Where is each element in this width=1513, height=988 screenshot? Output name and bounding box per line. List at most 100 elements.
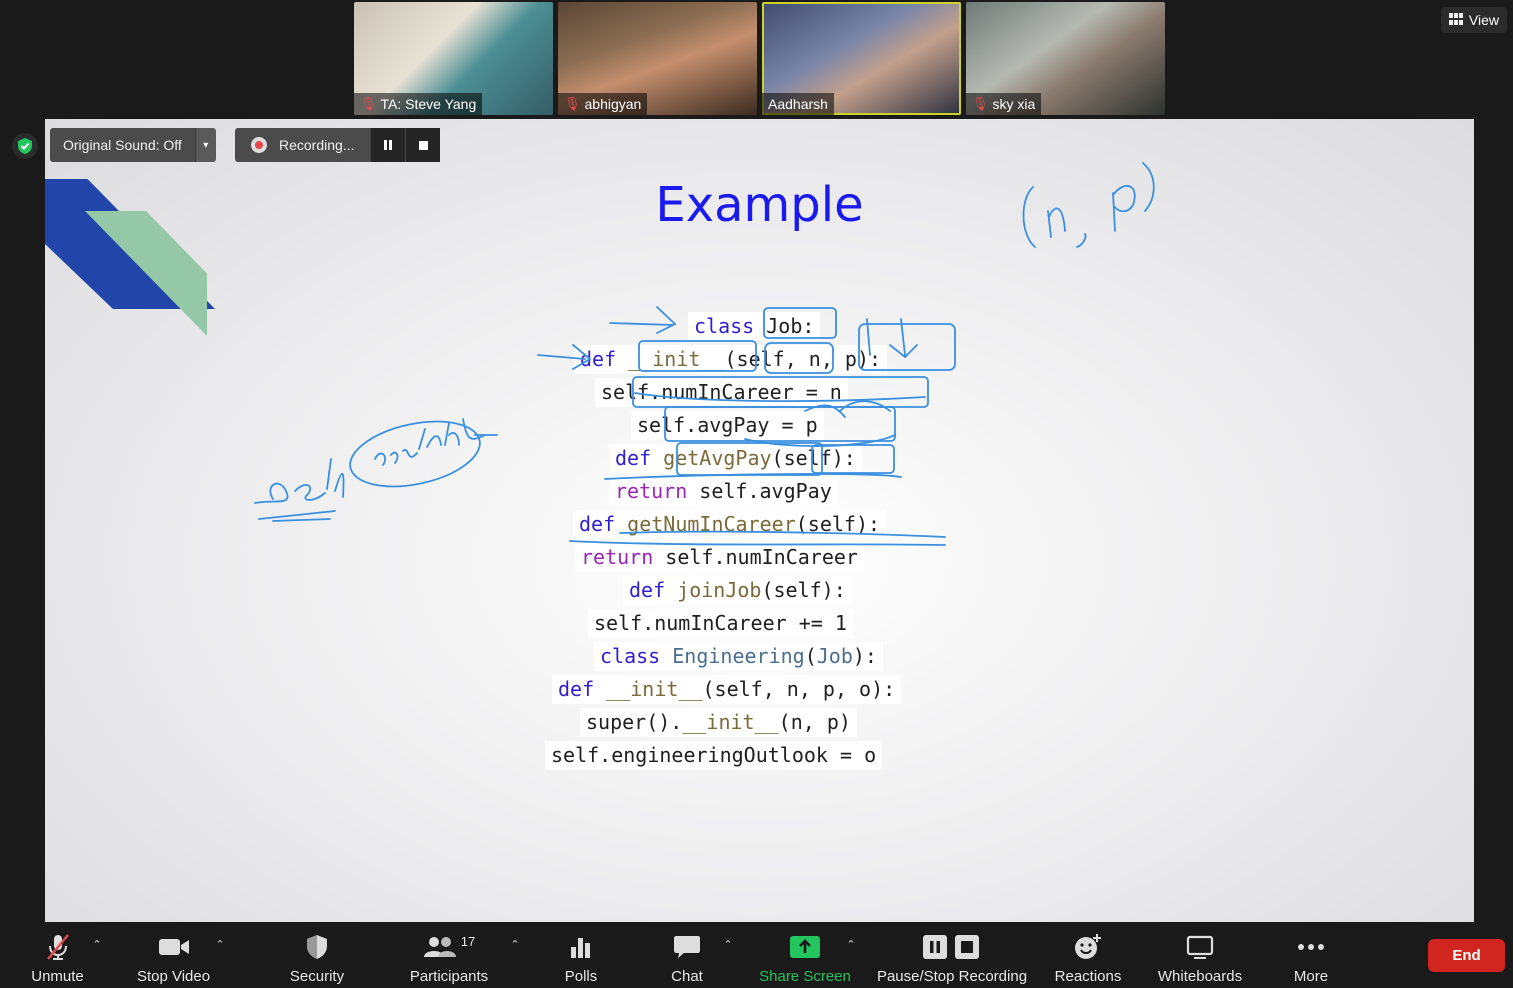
chat-button[interactable]: Chat [663,922,711,988]
code-line: return self.numInCareer [575,543,864,572]
participants-count: 17 [460,933,476,949]
stop-icon [418,140,428,150]
code-token: def [558,677,595,701]
code-line: def joinJob(self): [623,576,852,605]
code-token: self.engineeringOutlook = o [551,743,877,767]
code-token: getAvgPay [663,446,772,470]
code-token: def [629,578,666,602]
whiteboards-button[interactable]: Whiteboards [1153,922,1247,988]
polls-label: Polls [564,968,598,985]
code-token: (n, p) [778,710,851,734]
pause-stop-icons [922,932,982,962]
participants-label: Participants [409,968,489,985]
pause-recording-button[interactable] [370,128,406,162]
code-line: def getNumInCareer(self): [573,510,887,539]
code-token: ( [804,644,817,668]
security-button[interactable]: Security [283,922,351,988]
shield-icon [305,932,329,962]
unmute-label: Unmute [31,968,84,985]
code-line: def __init__(self, n, p, o): [552,675,902,704]
code-token: (self): [761,578,846,602]
share-screen-icon [790,932,820,962]
code-token: self.avgPay = p [637,413,818,437]
code-token: joinJob [677,578,762,602]
reactions-label: Reactions [1054,968,1122,985]
pause-stop-recording-label: Pause/Stop Recording [876,968,1028,985]
participant-tile-steve-yang[interactable]: 🎙︎ TA: Steve Yang [354,2,553,115]
participant-name: abhigyan [584,96,642,112]
code-token: (self): [771,446,856,470]
participant-name-bar: 🎙︎ abhigyan [558,93,648,115]
participant-name-bar: 🎙︎ TA: Steve Yang [354,93,483,115]
code-token: __init__ [628,347,725,371]
meeting-toolbar: Unmute ⌃ Stop Video ⌃ Security 17 Partic… [0,922,1513,985]
audio-options-caret[interactable]: ⌃ [90,922,104,988]
recording-label: Recording... [279,137,355,153]
code-line: class Engineering(Job): [594,642,883,671]
mic-muted-icon [43,932,73,962]
view-button[interactable]: View [1440,7,1507,33]
more-button[interactable]: More [1287,922,1335,988]
video-camera-icon [158,932,190,962]
code-token: Engineering [672,644,805,668]
code-token: class [694,314,755,338]
smiley-plus-icon [1074,932,1102,962]
code-token: return [615,479,688,503]
pause-icon [384,140,393,150]
share-screen-button[interactable]: Share Screen [758,922,852,988]
shared-screen[interactable]: Example class Job: def __init__(self, n, … [45,119,1474,922]
reactions-button[interactable]: Reactions [1051,922,1125,988]
code-line: def getAvgPay(self): [609,444,862,473]
view-label: View [1468,12,1499,28]
code-token: self.numInCareer += 1 [594,611,847,635]
original-sound-control[interactable]: Original Sound: Off ▾ [50,128,216,162]
participant-name: TA: Steve Yang [380,96,477,112]
code-token: (self): [795,512,881,536]
encryption-shield-icon[interactable] [12,133,38,159]
pause-stop-recording-button[interactable]: Pause/Stop Recording [874,922,1030,988]
code-token: def [615,446,652,470]
polls-button[interactable]: Polls [555,922,607,988]
mic-muted-icon: 🎙︎ [360,96,377,111]
whiteboard-icon [1186,932,1214,962]
code-token: getNumInCareer [627,512,796,536]
chat-options-caret[interactable]: ⌃ [721,922,735,988]
participants-button[interactable]: 17 Participants [404,922,494,988]
share-screen-label: Share Screen [759,968,851,985]
code-token: __init__ [606,677,703,701]
slide-title: Example [655,177,864,233]
end-meeting-button[interactable]: End [1428,939,1505,972]
code-token: self.numInCareer [653,545,858,569]
participant-tile-aadharsh[interactable]: Aadharsh [762,2,961,115]
chevron-down-icon[interactable]: ▾ [194,128,216,162]
video-options-caret[interactable]: ⌃ [213,922,227,988]
participants-options-caret[interactable]: ⌃ [508,922,522,988]
code-token: self.numInCareer = n [601,380,842,404]
code-line: def __init__(self, n, p): [574,345,888,374]
code-line: self.numInCareer = n [595,378,848,407]
participant-name: Aadharsh [768,96,828,112]
whiteboards-label: Whiteboards [1157,968,1243,985]
code-token: def [580,347,617,371]
code-line: return self.avgPay [609,477,838,506]
stop-video-button[interactable]: Stop Video [131,922,216,988]
participant-tile-sky-xia[interactable]: 🎙︎ sky xia [966,2,1165,115]
chat-label: Chat [671,968,703,985]
code-token: def [579,512,616,536]
original-sound-button[interactable]: Original Sound: Off [50,128,195,162]
code-line: self.avgPay = p [631,411,824,440]
mic-muted-icon: 🎙︎ [972,96,989,111]
recording-indicator: Recording... [235,128,441,162]
participant-tile-abhigyan[interactable]: 🎙︎ abhigyan [558,2,757,115]
unmute-button[interactable]: Unmute [20,922,95,988]
stop-video-label: Stop Video [136,968,211,985]
chevron-up-icon: ⌃ [723,939,733,951]
share-options-caret[interactable]: ⌃ [844,922,858,988]
code-line: super().__init__(n, p) [580,708,857,737]
stop-recording-button[interactable] [405,128,441,162]
code-token: ): [852,644,877,668]
chevron-up-icon: ⌃ [215,939,225,951]
